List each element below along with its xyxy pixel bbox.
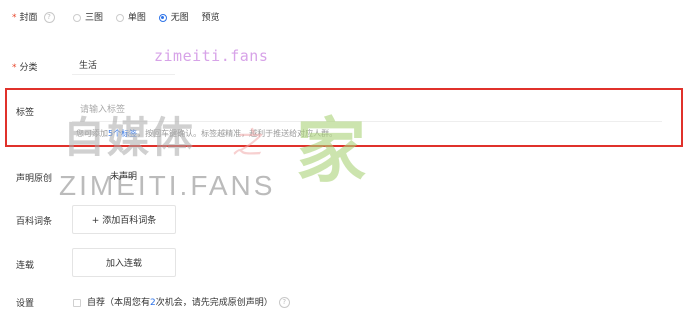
checkbox-icon[interactable] [73,298,81,307]
watermark-text: zimeiti.fans [154,47,269,65]
watermark-zhi: 之 [232,126,262,161]
radio-icon [73,13,81,22]
radio-selected-icon [158,13,167,22]
category-label: * 分类 [12,63,38,73]
category-value[interactable]: 生活 [79,58,97,71]
join-serial-button[interactable]: 加入连载 [72,248,176,277]
category-underline [72,74,175,75]
add-baike-button[interactable]: + 添加百科词条 [72,205,176,234]
watermark-jia: 家 [296,110,366,192]
cover-options: 三图 单图 无图 预览 [73,10,230,23]
original-label: 声明原创 [16,174,53,184]
settings-label: 设置 [16,299,35,309]
cover-option-none[interactable]: 无图 [158,13,189,23]
baike-label: 百科词条 [16,217,53,227]
self-recommend-option[interactable]: 自荐（本周您有2次机会，请先完成原创声明）? [73,295,290,308]
radio-icon [115,13,124,22]
cover-label: * 封面? [12,10,55,23]
cover-option-single[interactable]: 单图 [115,13,146,23]
cover-preview-link[interactable]: 预览 [202,13,220,23]
serial-label: 连载 [16,261,35,271]
watermark-logo: 自媒体 [63,113,196,162]
tags-label: 标签 [16,108,35,118]
watermark-fans: ZIMEITI.FANS [59,170,276,201]
help-icon[interactable]: ? [278,297,290,308]
help-icon[interactable]: ? [43,12,55,23]
cover-option-three[interactable]: 三图 [73,13,103,23]
original-value[interactable]: 未声明 [110,169,137,182]
